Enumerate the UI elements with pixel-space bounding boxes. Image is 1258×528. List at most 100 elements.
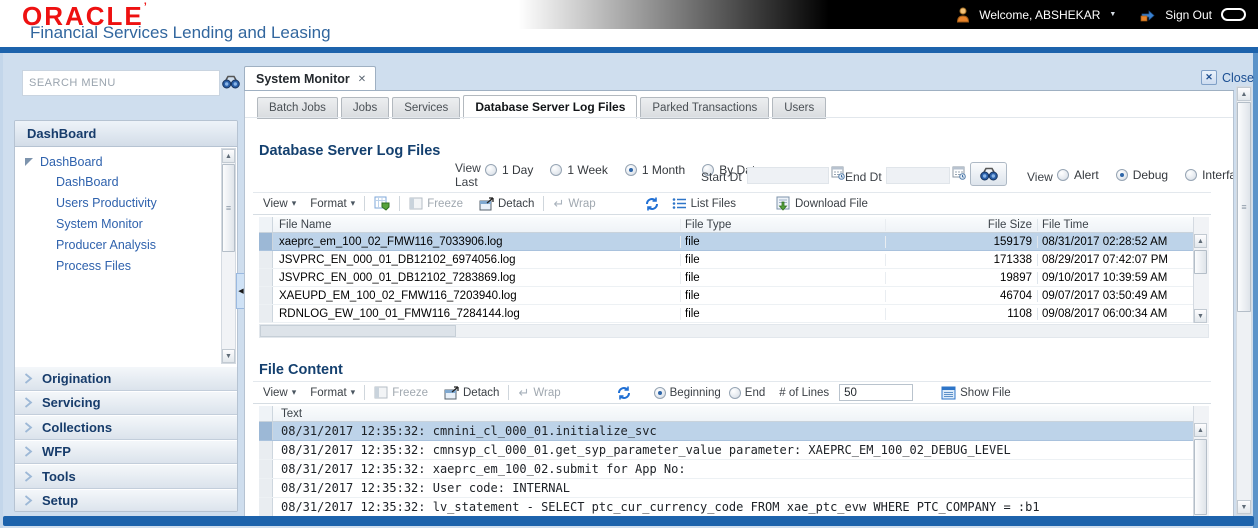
col-file-type[interactable]: File Type (681, 218, 886, 231)
table-scrollbar[interactable]: ▲ (1193, 406, 1209, 516)
hscrollbar-thumb[interactable] (260, 325, 456, 337)
col-text[interactable]: Text (273, 408, 1193, 420)
col-file-name[interactable]: File Name (273, 218, 681, 231)
scroll-up-arrow[interactable]: ▲ (222, 149, 235, 163)
sign-out-button[interactable]: Sign Out (1165, 8, 1212, 22)
tree-item-producer-analysis[interactable]: Producer Analysis (15, 235, 237, 256)
window-tab-system-monitor[interactable]: System Monitor ✕ (244, 66, 377, 91)
radio-beginning[interactable]: Beginning (653, 386, 721, 399)
format-menu-button[interactable]: Format ▾ (310, 387, 355, 399)
session-pill-icon[interactable] (1221, 8, 1246, 21)
detach-icon (479, 196, 494, 210)
tree-item-dashboard[interactable]: DashBoard (15, 172, 237, 193)
scrollbar-thumb[interactable] (1194, 439, 1207, 515)
table-hscrollbar[interactable] (259, 324, 1209, 338)
col-file-time[interactable]: File Time (1038, 219, 1193, 231)
end-dt-input[interactable] (886, 167, 950, 184)
table-row[interactable]: JSVPRC_EN_000_01_DB12102_7283869.log fil… (259, 269, 1193, 287)
radio-interfaces[interactable] (1185, 169, 1198, 181)
scroll-up-arrow[interactable]: ▲ (1194, 234, 1207, 248)
nav-section-origination[interactable]: Origination (15, 366, 237, 391)
radio-alert[interactable] (1057, 169, 1069, 181)
detach-button[interactable]: Detach (444, 385, 499, 400)
tab-database-server-log-files[interactable]: Database Server Log Files (463, 95, 638, 119)
export-icon[interactable] (374, 196, 390, 211)
table-scrollbar[interactable]: ▲ ▼ (1193, 217, 1209, 323)
format-menu-button[interactable]: Format ▾ (310, 198, 355, 210)
refresh-icon[interactable] (644, 196, 660, 212)
scrollbar-thumb[interactable] (1194, 250, 1207, 274)
tree-item-system-monitor[interactable]: System Monitor (15, 214, 237, 235)
tree-item-users-productivity[interactable]: Users Productivity (15, 193, 237, 214)
table-row[interactable]: XAEUPD_EM_100_02_FMW116_7203940.log file… (259, 287, 1193, 305)
tab-batch-jobs[interactable]: Batch Jobs (257, 97, 338, 119)
chevron-right-icon (24, 446, 33, 457)
log-line-row[interactable]: 08/31/2017 12:35:32: cmnsyp_cl_000_01.ge… (259, 441, 1193, 460)
freeze-button: Freeze (374, 386, 428, 399)
main-scrollbar[interactable]: ▲ ≡ ▼ (1236, 86, 1252, 515)
radio-label[interactable]: Debug (1133, 168, 1168, 182)
view-menu-button[interactable]: View ▾ (263, 387, 296, 399)
log-files-toolbar: View ▾ Format ▾ Freeze Detach ↵ Wrap Lis… (253, 192, 1211, 215)
nav-section-servicing[interactable]: Servicing (15, 390, 237, 415)
search-icon[interactable] (222, 75, 240, 89)
download-file-button[interactable]: Download File (776, 196, 868, 211)
scroll-down-arrow[interactable]: ▼ (222, 349, 235, 363)
log-line-row[interactable]: 08/31/2017 12:35:32: xaeprc_em_100_02.su… (259, 460, 1193, 479)
tree-scrollbar[interactable]: ▲ ≡ ▼ (221, 148, 236, 364)
radio-1-week[interactable] (550, 164, 563, 176)
table-row[interactable]: RDNLOG_EW_100_01_FMW116_7284144.log file… (259, 305, 1193, 323)
start-dt-calendar-icon[interactable] (831, 165, 845, 180)
nav-section-tools[interactable]: Tools (15, 464, 237, 489)
tab-users[interactable]: Users (772, 97, 827, 119)
radio-1-month[interactable] (624, 164, 637, 176)
header-divider (0, 47, 1258, 53)
start-dt-input[interactable] (747, 167, 829, 184)
tree-item-process-files[interactable]: Process Files (15, 256, 237, 277)
wrap-icon: ↵ (518, 384, 530, 400)
log-line-row[interactable]: 08/31/2017 12:35:32: lv_statement - SELE… (259, 498, 1193, 516)
log-line-row[interactable]: 08/31/2017 12:35:32: User code: INTERNAL (259, 479, 1193, 498)
scroll-up-arrow[interactable]: ▲ (1194, 423, 1207, 437)
tab-services[interactable]: Services (392, 97, 461, 119)
nav-section-setup[interactable]: Setup (15, 488, 237, 511)
scroll-down-arrow[interactable]: ▼ (1237, 500, 1251, 514)
col-file-size[interactable]: File Size (886, 218, 1038, 231)
radio-debug[interactable] (1115, 169, 1128, 181)
tab-jobs[interactable]: Jobs (340, 97, 390, 119)
table-row[interactable]: xaeprc_em_100_02_FMW116_7033906.log file… (259, 233, 1193, 251)
radio-label[interactable]: 1 Day (502, 163, 533, 177)
search-input[interactable] (23, 71, 219, 95)
radio-label[interactable]: 1 Week (567, 163, 607, 177)
radio-label[interactable]: Interfaces (1202, 168, 1233, 182)
radio-label[interactable]: Alert (1074, 168, 1099, 182)
radio-1-day[interactable] (485, 164, 497, 176)
scroll-down-arrow[interactable]: ▼ (1194, 309, 1207, 323)
scroll-up-arrow[interactable]: ▲ (1237, 87, 1251, 101)
list-files-button[interactable]: List Files (672, 197, 736, 210)
app-title: Financial Services Lending and Leasing (30, 23, 331, 42)
nav-section-dashboard-header[interactable]: DashBoard (15, 121, 237, 147)
tab-close-icon[interactable]: ✕ (358, 74, 366, 85)
scrollbar-thumb[interactable]: ≡ (1237, 102, 1251, 312)
radio-end[interactable]: End (728, 386, 765, 399)
tab-parked-transactions[interactable]: Parked Transactions (640, 97, 770, 119)
welcome-user-menu[interactable]: Welcome, ABSHEKAR (979, 8, 1100, 22)
refresh-icon[interactable] (616, 385, 632, 401)
scrollbar-thumb[interactable]: ≡ (222, 164, 235, 252)
search-logs-button[interactable] (970, 162, 1007, 186)
nav-section-wfp[interactable]: WFP (15, 439, 237, 464)
num-lines-input[interactable] (839, 384, 914, 401)
tree-expand-icon[interactable] (25, 158, 33, 166)
log-line-row[interactable]: 08/31/2017 12:35:32: cmnini_cl_000_01.in… (259, 422, 1193, 441)
view-menu-button[interactable]: View ▾ (263, 198, 296, 210)
detach-button[interactable]: Detach (479, 196, 534, 211)
tree-node-dashboard[interactable]: DashBoard (15, 147, 237, 172)
radio-label[interactable]: 1 Month (642, 163, 685, 177)
chevron-down-icon[interactable]: ▼ (1109, 11, 1116, 18)
end-dt-calendar-icon[interactable] (952, 165, 966, 180)
table-row[interactable]: JSVPRC_EN_000_01_DB12102_6974056.log fil… (259, 251, 1193, 269)
nav-section-collections[interactable]: Collections (15, 415, 237, 440)
close-button[interactable]: ✕ Close (1201, 70, 1254, 85)
show-file-button[interactable]: Show File (941, 386, 1011, 400)
